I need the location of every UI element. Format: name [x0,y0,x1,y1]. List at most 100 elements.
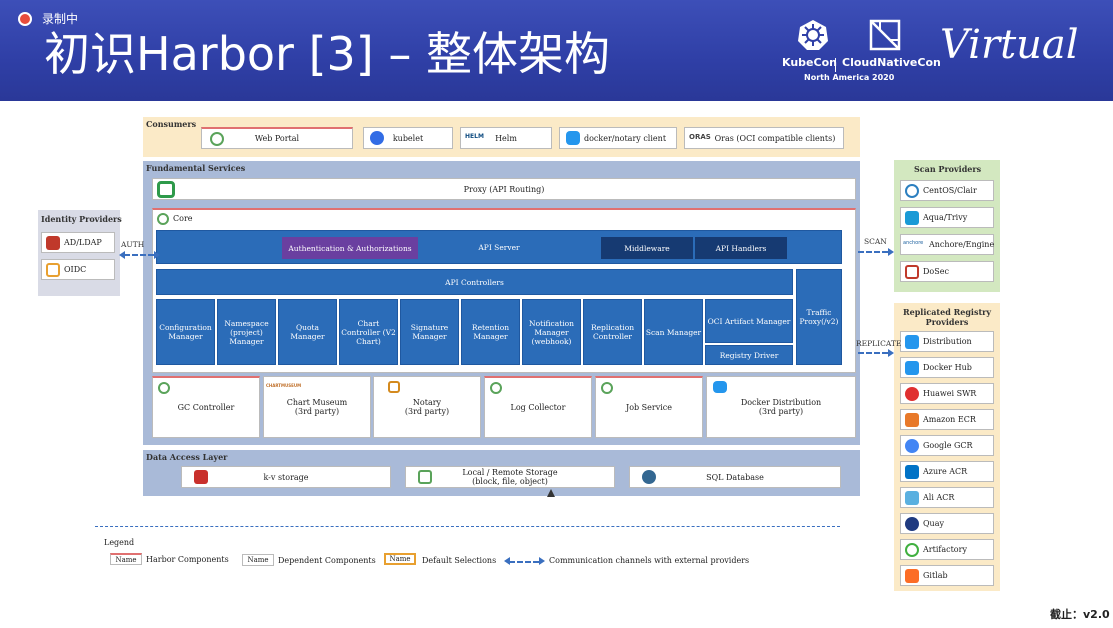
docker-icon [905,335,919,349]
auth-arrow-label: AUTH [121,240,145,249]
identity-providers-section: Identity Providers AD/LDAP OIDC [38,210,122,296]
auth-box: Authentication & Authorizations [282,237,418,259]
replicated-provider-label: Huawei SWR [923,389,977,398]
oci-artifact-manager-box: OCI Artifact Manager [705,299,793,343]
controller-box: Signature Manager [400,299,459,365]
data-access-section: Data Access Layer k-v storage Local / Re… [143,450,860,496]
legend-default-swatch: Name [384,553,416,565]
consumer-oras: ORAS Oras (OCI compatible clients) [684,127,844,149]
scan-provider-label: Aqua/Trivy [923,213,968,222]
controller-box: Namespace (project) Manager [217,299,276,365]
docker-distribution-box: Docker Distribution (3rd party) [706,376,856,438]
replicated-provider-label: Google GCR [923,441,973,450]
gitlab-icon [905,569,919,583]
controller-label: Retention Manager [471,323,510,341]
aqua-icon [905,211,919,225]
replicated-provider: Docker Hub [900,357,994,378]
replicated-provider-label: Ali ACR [923,493,955,502]
replicated-provider: Huawei SWR [900,383,994,404]
gc-controller-label: GC Controller [177,403,235,412]
legend-harbor-swatch: Name [110,553,142,565]
legend-dependent-label: Dependent Components [278,556,376,565]
cloudnativecon-icon [869,19,901,51]
kv-storage-label: k-v storage [263,472,309,482]
legend-channel-label: Communication channels with external pro… [549,556,750,565]
controller-box: Replication Controller [583,299,642,365]
notary-box: Notary (3rd party) [373,376,481,438]
storage-box: Local / Remote Storage (block, file, obj… [405,466,615,488]
azure-acr-icon [905,465,919,479]
docker-whale-icon [566,131,580,145]
controller-box: Scan Manager [644,299,703,365]
huawei-icon [905,387,919,401]
google-gcr-icon [905,439,919,453]
fundamental-services-section: Fundamental Services Proxy (API Routing)… [143,161,860,445]
controller-box: Retention Manager [461,299,520,365]
replicated-title: Replicated Registry Providers [902,307,992,327]
replicate-arrow-label: REPLICATE [856,339,902,348]
api-server-label: API Server [478,242,520,252]
kv-storage-box: k-v storage [181,466,391,488]
harbor-logo-icon [158,382,170,394]
scan-arrowhead-right [888,248,894,256]
version-label: 截止：v2.0 [1050,608,1110,621]
harbor-logo-icon [490,382,502,394]
replicated-provider-label: Artifactory [923,545,967,554]
identity-label: OIDC [64,265,87,274]
openid-icon [46,263,60,277]
registry-driver-box: Registry Driver [705,345,793,365]
replicated-provider-label: Docker Hub [923,363,972,372]
lock-icon [46,236,60,250]
consumer-label: docker/notary client [583,133,667,143]
controller-label: Configuration Manager [159,323,212,341]
replicated-provider-label: Quay [923,519,944,528]
docker-hub-icon [905,361,919,375]
proxy-label: Proxy (API Routing) [463,184,545,194]
mouse-cursor-icon [547,489,555,497]
consumers-title: Consumers [146,119,197,129]
controller-label: Scan Manager [645,327,702,337]
proxy-box: Proxy (API Routing) [152,178,856,200]
scan-providers-section: Scan Providers CentOS/Clair Aqua/Trivy a… [894,160,1000,292]
traffic-proxy-box: Traffic Proxy(/v2) [796,269,842,365]
legend-arrowhead-right [539,557,545,565]
kubernetes-icon [370,131,384,145]
middleware-box: Middleware [601,237,693,259]
scan-provider-label: CentOS/Clair [923,186,977,195]
scan-arrow-label: SCAN [864,237,887,246]
helm-icon: HELM [465,133,484,140]
gc-controller-box: GC Controller [152,376,260,438]
scan-provider-dosec: DoSec [900,261,994,282]
registry-driver-label: Registry Driver [719,350,779,360]
legend-harbor-label: Harbor Components [146,555,229,564]
controller-label: Namespace (project) Manager [224,318,269,346]
postgresql-icon [642,470,656,484]
harbor-logo-icon [210,132,224,146]
controller-box: Quota Manager [278,299,337,365]
docker-whale-icon [713,381,727,393]
scan-provider-clair: CentOS/Clair [900,180,994,201]
api-handlers-label: API Handlers [715,243,767,253]
controller-label: Notification Manager (webhook) [529,318,574,346]
replicated-provider: Ali ACR [900,487,994,508]
core-container: Core API Server Authentication & Authori… [152,208,856,373]
consumer-label: Web Portal [254,134,300,143]
storage-bucket-icon [418,470,432,484]
storage-label: Local / Remote Storage [462,468,558,477]
consumer-label: Oras (OCI compatible clients) [714,133,836,143]
quay-icon [905,517,919,531]
legend-dependent-swatch: Name [242,554,274,566]
notary-label: Notary [412,398,442,407]
event-subtitle: North America 2020 [804,73,895,82]
traffic-proxy-label: Traffic Proxy(/v2) [799,308,839,326]
legend-title: Legend [104,538,135,547]
replicated-provider: Distribution [900,331,994,352]
identity-oidc: OIDC [41,259,115,280]
amazon-ecr-icon [905,413,919,427]
consumer-helm: HELM Helm [460,127,552,149]
controller-box: Notification Manager (webhook) [522,299,581,365]
middleware-label: Middleware [624,243,670,253]
harbor-logo-icon [601,382,613,394]
replicate-arrowhead-right [888,349,894,357]
controller-label: Quota Manager [290,323,325,341]
